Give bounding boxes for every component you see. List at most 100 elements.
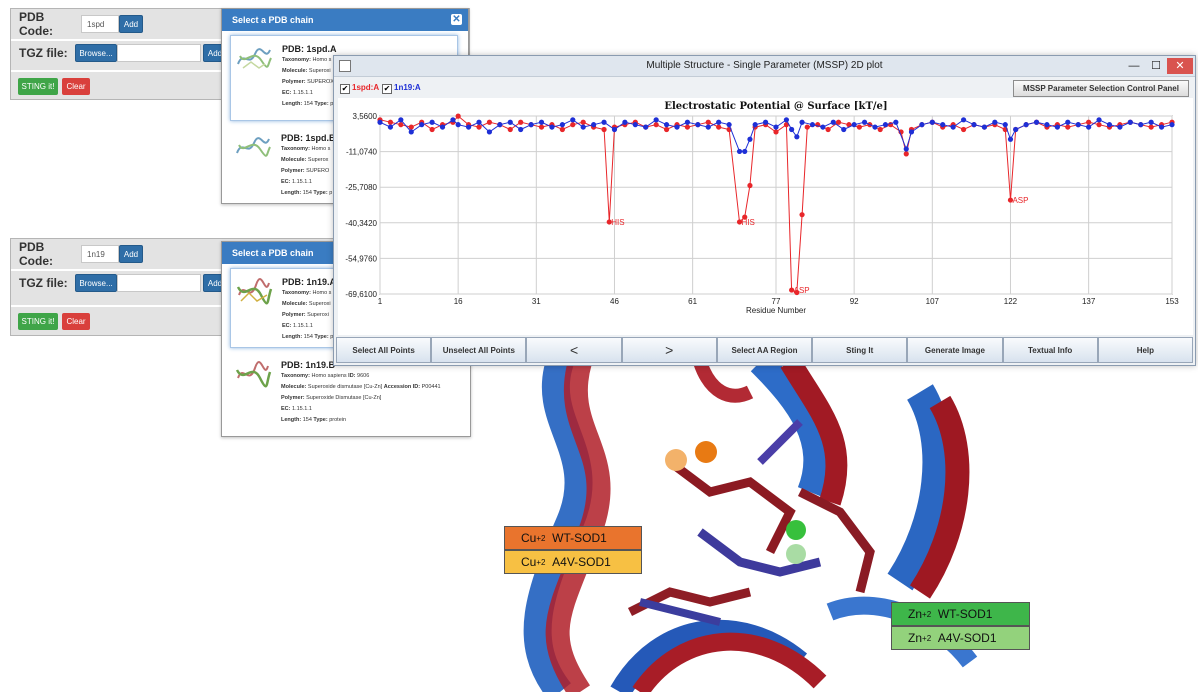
y-tick-label: -11,0740 [346,148,378,157]
data-point-2 [622,119,628,125]
series2-checkbox[interactable]: ✔ [382,84,392,94]
pdb-add-button[interactable]: Add [119,245,143,263]
data-point-2 [486,129,493,135]
data-point-2 [872,124,878,130]
chain-taxonomy: Taxonomy: Homo sapiens ID: 9606 [281,373,370,379]
data-point-1 [705,119,711,125]
data-point-1 [570,122,576,128]
data-point-1 [799,212,805,218]
chain-molecule: Molecule: Superoxide dismutase [Cu-Zn] A… [281,384,441,390]
sting-it-button[interactable]: Sting It [812,337,908,363]
electrostatic-chart[interactable]: Electrostatic Potential @ Surface [kT/e]… [338,98,1193,335]
help-button[interactable]: Help [1097,337,1193,363]
next-button[interactable]: > [621,337,717,363]
clear-button[interactable]: Clear [62,312,90,330]
data-point-2 [960,117,967,123]
data-point-2 [663,122,670,128]
sting-it-button[interactable]: STING it! [18,77,58,95]
data-point-2 [929,119,935,125]
y-tick-label: -25,7080 [345,183,377,192]
data-point-2 [419,122,425,128]
sting-it-button[interactable]: STING it! [18,312,58,330]
data-point-1 [476,124,482,130]
protein-thumbnail-icon [236,137,271,157]
data-point-2 [726,122,732,128]
data-point-2 [674,124,680,130]
minimize-icon[interactable]: — [1125,58,1143,74]
data-point-2 [736,148,743,155]
chain-polymer: Polymer: SUPERO [281,168,330,174]
data-point-2 [632,122,638,128]
data-point-2 [716,119,722,125]
data-point-1 [486,119,493,125]
x-tick-label: 107 [926,297,940,306]
maximize-icon[interactable]: ☐ [1147,58,1165,74]
data-point-2 [1023,122,1029,128]
data-point-1 [507,126,513,133]
mssp-plot-window: Multiple Structure - Single Parameter (M… [333,55,1196,366]
chain-ec: EC: 1.15.1.1 [281,406,312,412]
data-point-1 [684,124,691,130]
close-icon[interactable]: ✕ [451,14,462,25]
previous-button[interactable]: < [526,337,622,363]
pdb-add-button[interactable]: Add [119,15,143,33]
data-point-2 [377,119,383,125]
data-point-2 [1096,117,1102,123]
data-point-1 [518,119,524,125]
x-tick-label: 1 [378,297,383,306]
data-point-2 [950,124,956,130]
data-point-2 [908,129,915,135]
mssp-control-panel-button[interactable]: MSSP Parameter Selection Control Panel [1013,80,1189,97]
data-point-2 [1169,122,1175,128]
data-point-2 [799,119,805,125]
data-point-1 [663,126,670,133]
residue-annotation: ASP [794,286,810,295]
data-point-2 [559,122,565,128]
chain-title: PDB: 1spd.A [282,44,337,54]
chain-ec: EC: 1.15.1.1 [281,179,312,185]
tgz-file-input[interactable] [117,274,201,292]
data-point-2 [841,126,847,133]
plot-area[interactable]: Electrostatic Potential @ Surface [kT/e]… [338,98,1193,335]
data-point-2 [981,124,988,130]
x-axis-label: Residue Number [746,306,806,315]
window-titlebar[interactable]: Multiple Structure - Single Parameter (M… [334,56,1195,77]
cu-atom-a4v [665,449,687,471]
data-point-2 [940,122,946,128]
generate-image-button[interactable]: Generate Image [907,337,1003,363]
chain-taxonomy: Taxonomy: Homo s [282,290,332,296]
plot-toolbar: ✔ 1spd:A ✔ 1n19:A MSSP Parameter Selecti… [334,78,1195,100]
data-point-1 [856,124,862,130]
data-point-2 [455,122,461,128]
browse-button[interactable]: Browse... [75,274,117,292]
select-all-points-button[interactable]: Select All Points [336,337,432,363]
data-point-2 [773,124,779,130]
chain-molecule: Molecule: Superoxi [282,68,331,74]
data-point-2 [830,119,836,125]
pdb-code-input[interactable]: 1n19 [81,245,119,263]
clear-button[interactable]: Clear [62,77,90,95]
data-point-2 [429,119,435,125]
chain-molecule: Molecule: Superox [281,157,329,163]
textual-info-button[interactable]: Textual Info [1002,337,1098,363]
data-point-2 [882,122,889,128]
unselect-all-points-button[interactable]: Unselect All Points [431,337,527,363]
data-point-2 [476,119,482,125]
series1-checkbox[interactable]: ✔ [340,84,350,94]
data-point-1 [429,126,435,133]
select-aa-region-button[interactable]: Select AA Region [716,337,813,363]
chart-title: Electrostatic Potential @ Surface [kT/e] [664,101,887,112]
data-point-2 [570,117,576,123]
data-point-1 [1065,124,1071,130]
pdb-code-input[interactable]: 1spd [81,15,119,33]
close-icon[interactable]: ✕ [1167,58,1193,74]
data-point-1 [804,124,810,130]
chain-taxonomy: Taxonomy: Homo s [281,146,331,152]
data-point-2 [653,117,659,123]
window-title: Multiple Structure - Single Parameter (M… [646,60,883,71]
chain-taxonomy: Taxonomy: Homo s [282,57,332,63]
x-tick-label: 46 [610,297,619,306]
data-point-2 [861,119,868,125]
browse-button[interactable]: Browse... [75,44,117,62]
tgz-file-input[interactable] [117,44,201,62]
